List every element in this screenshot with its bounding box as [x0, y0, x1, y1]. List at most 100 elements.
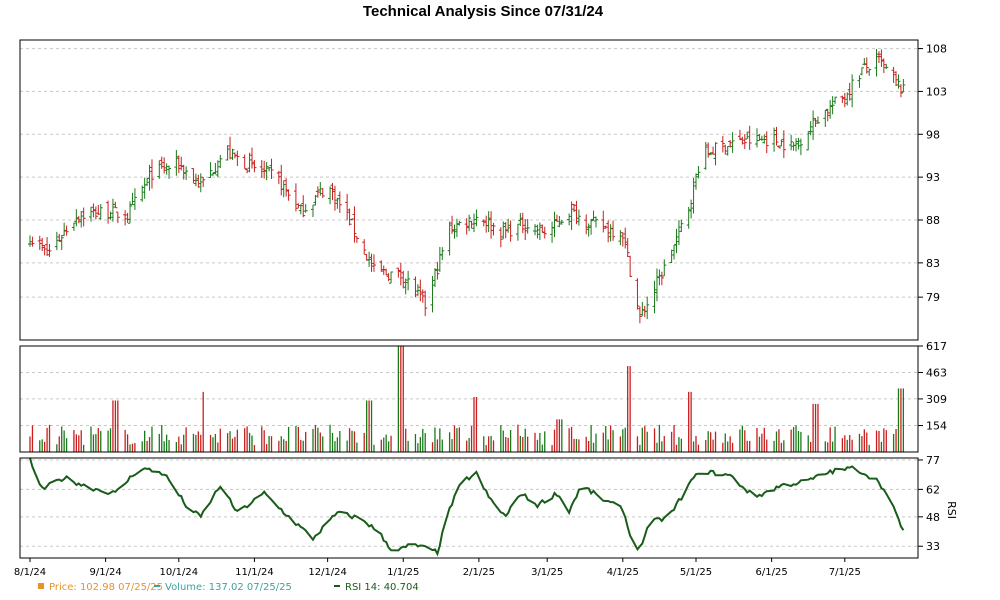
candle — [174, 150, 179, 176]
candle — [791, 142, 796, 151]
candle — [301, 195, 306, 218]
price-panel-frame — [19, 39, 919, 341]
candle — [669, 249, 674, 263]
candle — [332, 185, 337, 211]
candle — [64, 225, 69, 236]
candle — [674, 228, 679, 254]
candle — [432, 268, 437, 287]
candle — [694, 173, 698, 190]
candle — [711, 146, 716, 155]
candle — [552, 211, 557, 238]
candle — [857, 75, 862, 88]
candle — [193, 173, 198, 187]
candle — [42, 244, 47, 256]
date-label: 3/1/25 — [531, 567, 563, 578]
candle — [413, 276, 418, 298]
candle — [550, 221, 555, 243]
candle — [269, 158, 274, 179]
candle — [842, 92, 847, 108]
candle — [789, 134, 794, 151]
candle — [569, 201, 574, 230]
candle — [440, 247, 445, 261]
candle — [457, 220, 462, 226]
candle — [96, 204, 101, 216]
candle — [469, 221, 474, 229]
candle — [620, 232, 625, 247]
rsi-line — [29, 457, 905, 557]
candle — [772, 127, 777, 152]
candle — [198, 173, 203, 193]
volume-tick-label: 463 — [926, 366, 947, 379]
price-tick-label: 88 — [926, 214, 940, 227]
candle — [828, 99, 833, 119]
candle — [386, 273, 391, 282]
candle — [225, 145, 230, 161]
candle — [37, 235, 42, 250]
candle — [723, 144, 728, 155]
candle — [672, 244, 677, 260]
candle — [98, 203, 103, 220]
candle — [813, 118, 818, 127]
candle — [703, 141, 708, 170]
candle — [45, 237, 50, 256]
candle — [640, 302, 645, 317]
date-label: 7/1/25 — [829, 567, 861, 578]
candle — [110, 198, 115, 222]
candle — [437, 246, 442, 272]
candle — [611, 220, 616, 241]
price-tick-label: 103 — [926, 85, 947, 98]
candle — [40, 237, 45, 252]
candle — [162, 157, 167, 174]
candle — [74, 209, 79, 227]
candle — [696, 165, 701, 179]
candle — [191, 168, 196, 184]
rsi-tick-label: 48 — [926, 511, 940, 524]
date-label: 12/1/24 — [308, 567, 347, 578]
candle — [554, 214, 559, 222]
candle — [894, 71, 899, 87]
candle — [659, 271, 664, 286]
volume-tick-label: 154 — [926, 420, 947, 433]
candle — [296, 203, 301, 209]
candle — [859, 67, 864, 76]
date-label: 2/1/25 — [463, 567, 495, 578]
candle — [132, 188, 137, 211]
candle — [467, 214, 472, 232]
candle — [635, 278, 640, 310]
candle — [567, 213, 572, 226]
candle — [850, 74, 855, 108]
candle — [486, 211, 491, 233]
legend-label: RSI 14: 40.704 — [345, 582, 419, 593]
candle — [891, 66, 896, 83]
rsi-axis: 33 48 62 77 — [918, 454, 940, 553]
price-axis: 79 83 88 93 98 103 108 — [918, 43, 947, 304]
rsi-grid — [20, 459, 918, 547]
candle — [196, 174, 201, 188]
candle — [81, 207, 86, 227]
candle — [286, 189, 291, 201]
candle — [88, 206, 93, 222]
candle — [262, 160, 267, 179]
candle — [491, 222, 496, 236]
candle — [472, 213, 476, 233]
candle — [447, 221, 452, 256]
price-grid — [20, 48, 918, 298]
candle — [689, 199, 694, 219]
price-tick-label: 98 — [926, 128, 940, 141]
candle — [464, 218, 469, 235]
candle — [654, 268, 659, 302]
candle — [267, 167, 272, 172]
candle — [874, 48, 879, 77]
candle — [691, 178, 696, 214]
legend: Price: 102.98 07/25/25 Volume: 137.02 07/… — [38, 582, 419, 593]
candle — [345, 193, 350, 221]
date-label: 8/1/24 — [14, 567, 46, 578]
candle — [303, 204, 308, 213]
candle — [574, 200, 579, 225]
candle — [532, 224, 537, 236]
chart-title: Technical Analysis Since 07/31/24 — [363, 3, 604, 20]
candle — [330, 182, 335, 201]
candle — [328, 186, 333, 205]
candle — [794, 138, 799, 152]
volume-grid — [20, 345, 918, 427]
